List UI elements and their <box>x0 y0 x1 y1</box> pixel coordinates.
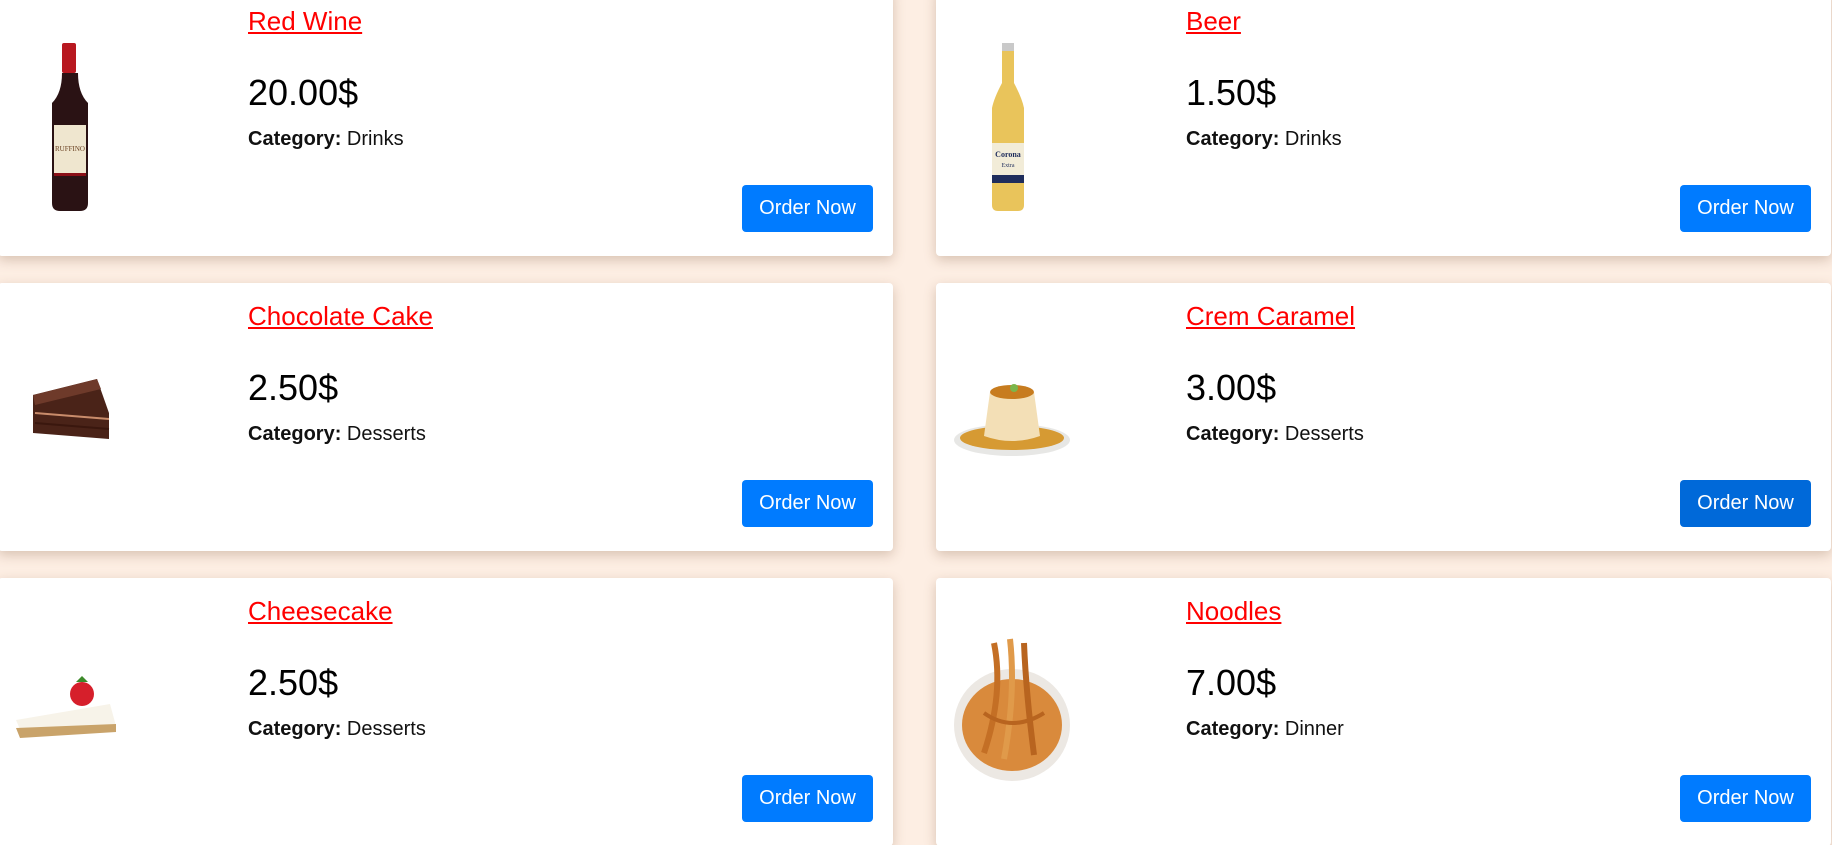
product-image-cheesecake <box>12 618 122 798</box>
category-label: Category: <box>1186 718 1280 740</box>
svg-text:Extra: Extra <box>1002 163 1015 169</box>
product-price: 1.50$ <box>1186 72 1277 113</box>
category-value: Desserts <box>1284 423 1364 445</box>
product-card: Noodles 7.00$ Category: Dinner Order Now <box>936 578 1831 845</box>
product-price: 2.50$ <box>248 662 339 703</box>
product-category: Category: Drinks <box>1186 128 1342 151</box>
product-image-chocolate-cake <box>10 323 130 503</box>
product-category: Category: Desserts <box>248 718 426 741</box>
category-value: Dinner <box>1284 718 1344 740</box>
category-value: Drinks <box>346 128 404 150</box>
product-price: 3.00$ <box>1186 367 1277 408</box>
svg-text:Corona: Corona <box>995 150 1021 159</box>
product-image-noodles <box>954 618 1070 798</box>
category-value: Drinks <box>1284 128 1342 150</box>
product-category: Category: Desserts <box>1186 423 1364 446</box>
product-image-beer: Corona Extra <box>948 38 1068 218</box>
product-price: 7.00$ <box>1186 662 1277 703</box>
product-card: Cheesecake 2.50$ Category: Desserts Orde… <box>0 578 893 845</box>
category-label: Category: <box>248 128 342 150</box>
product-card: Chocolate Cake 2.50$ Category: Desserts … <box>0 283 893 551</box>
product-title[interactable]: Noodles <box>1186 596 1281 627</box>
category-value: Desserts <box>346 718 426 740</box>
product-category: Category: Drinks <box>248 128 404 151</box>
product-price: 20.00$ <box>248 72 359 113</box>
product-category: Category: Desserts <box>248 423 426 446</box>
product-title[interactable]: Chocolate Cake <box>248 301 433 332</box>
product-grid: RUFFINO Red Wine 20.00$ Category: Drinks… <box>0 0 1832 845</box>
product-card: Corona Extra Beer 1.50$ Category: Drinks… <box>936 0 1831 256</box>
product-title[interactable]: Cheesecake <box>248 596 393 627</box>
product-image-creme-caramel <box>954 323 1070 503</box>
order-now-button[interactable]: Order Now <box>742 480 873 527</box>
order-now-button[interactable]: Order Now <box>1680 185 1811 232</box>
category-label: Category: <box>248 423 342 445</box>
product-image-red-wine: RUFFINO <box>10 38 130 218</box>
category-label: Category: <box>1186 423 1280 445</box>
order-now-button[interactable]: Order Now <box>742 775 873 822</box>
order-now-button[interactable]: Order Now <box>1680 480 1811 527</box>
product-price: 2.50$ <box>248 367 339 408</box>
category-label: Category: <box>1186 128 1280 150</box>
product-title[interactable]: Beer <box>1186 6 1241 37</box>
product-title[interactable]: Crem Caramel <box>1186 301 1355 332</box>
order-now-button[interactable]: Order Now <box>1680 775 1811 822</box>
order-now-button[interactable]: Order Now <box>742 185 873 232</box>
product-category: Category: Dinner <box>1186 718 1344 741</box>
product-card: Crem Caramel 3.00$ Category: Desserts Or… <box>936 283 1831 551</box>
product-title[interactable]: Red Wine <box>248 6 362 37</box>
product-card: RUFFINO Red Wine 20.00$ Category: Drinks… <box>0 0 893 256</box>
category-label: Category: <box>248 718 342 740</box>
svg-text:RUFFINO: RUFFINO <box>55 145 85 153</box>
category-value: Desserts <box>346 423 426 445</box>
